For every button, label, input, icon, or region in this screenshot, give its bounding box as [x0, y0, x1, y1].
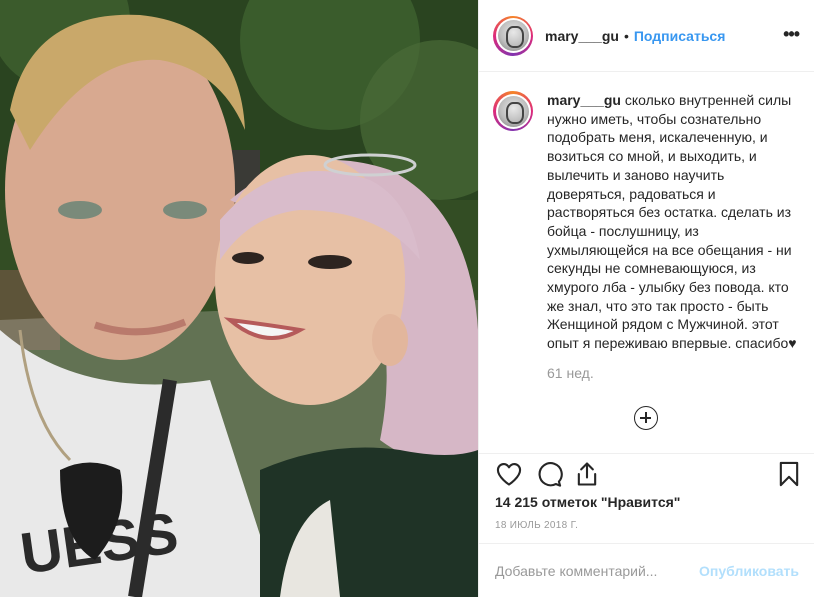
post-time[interactable]: 61 нед.: [547, 365, 799, 381]
likes-count[interactable]: 14 215 отметок "Нравится": [495, 494, 680, 510]
post-header: mary___gu • Подписаться •••: [479, 0, 814, 72]
follow-button[interactable]: Подписаться: [634, 28, 726, 44]
add-comment-section: Опубликовать: [479, 543, 814, 597]
caption-text: mary___gu сколько внутренней силы нужно …: [547, 91, 797, 353]
post-date[interactable]: 18 ИЮЛЬ 2018 Г.: [495, 520, 578, 531]
separator-dot: •: [623, 27, 629, 44]
caption: mary___gu сколько внутренней силы нужно …: [493, 91, 799, 353]
bookmark-icon[interactable]: [775, 460, 803, 488]
caption-username[interactable]: mary___gu: [547, 92, 621, 108]
comment-icon[interactable]: [535, 460, 563, 488]
author-username[interactable]: mary___gu: [545, 28, 619, 44]
comment-input[interactable]: [495, 562, 700, 579]
heart-icon[interactable]: [495, 460, 523, 488]
post-side-panel: mary___gu • Подписаться ••• mary___gu ск…: [478, 0, 814, 597]
share-icon[interactable]: [573, 460, 601, 488]
action-bar: [479, 453, 814, 493]
post-comment-button[interactable]: Опубликовать: [699, 563, 799, 579]
more-horizontal-icon[interactable]: •••: [783, 25, 800, 43]
author-avatar[interactable]: [493, 15, 533, 56]
post-photo[interactable]: UESS: [0, 0, 478, 597]
couple-selfie-image: UESS: [0, 0, 478, 597]
comments-area: mary___gu сколько внутренней силы нужно …: [479, 73, 814, 453]
caption-body: сколько внутренней силы нужно иметь, что…: [547, 92, 797, 352]
plus-circle-icon[interactable]: [634, 406, 658, 430]
caption-avatar[interactable]: [493, 91, 533, 131]
